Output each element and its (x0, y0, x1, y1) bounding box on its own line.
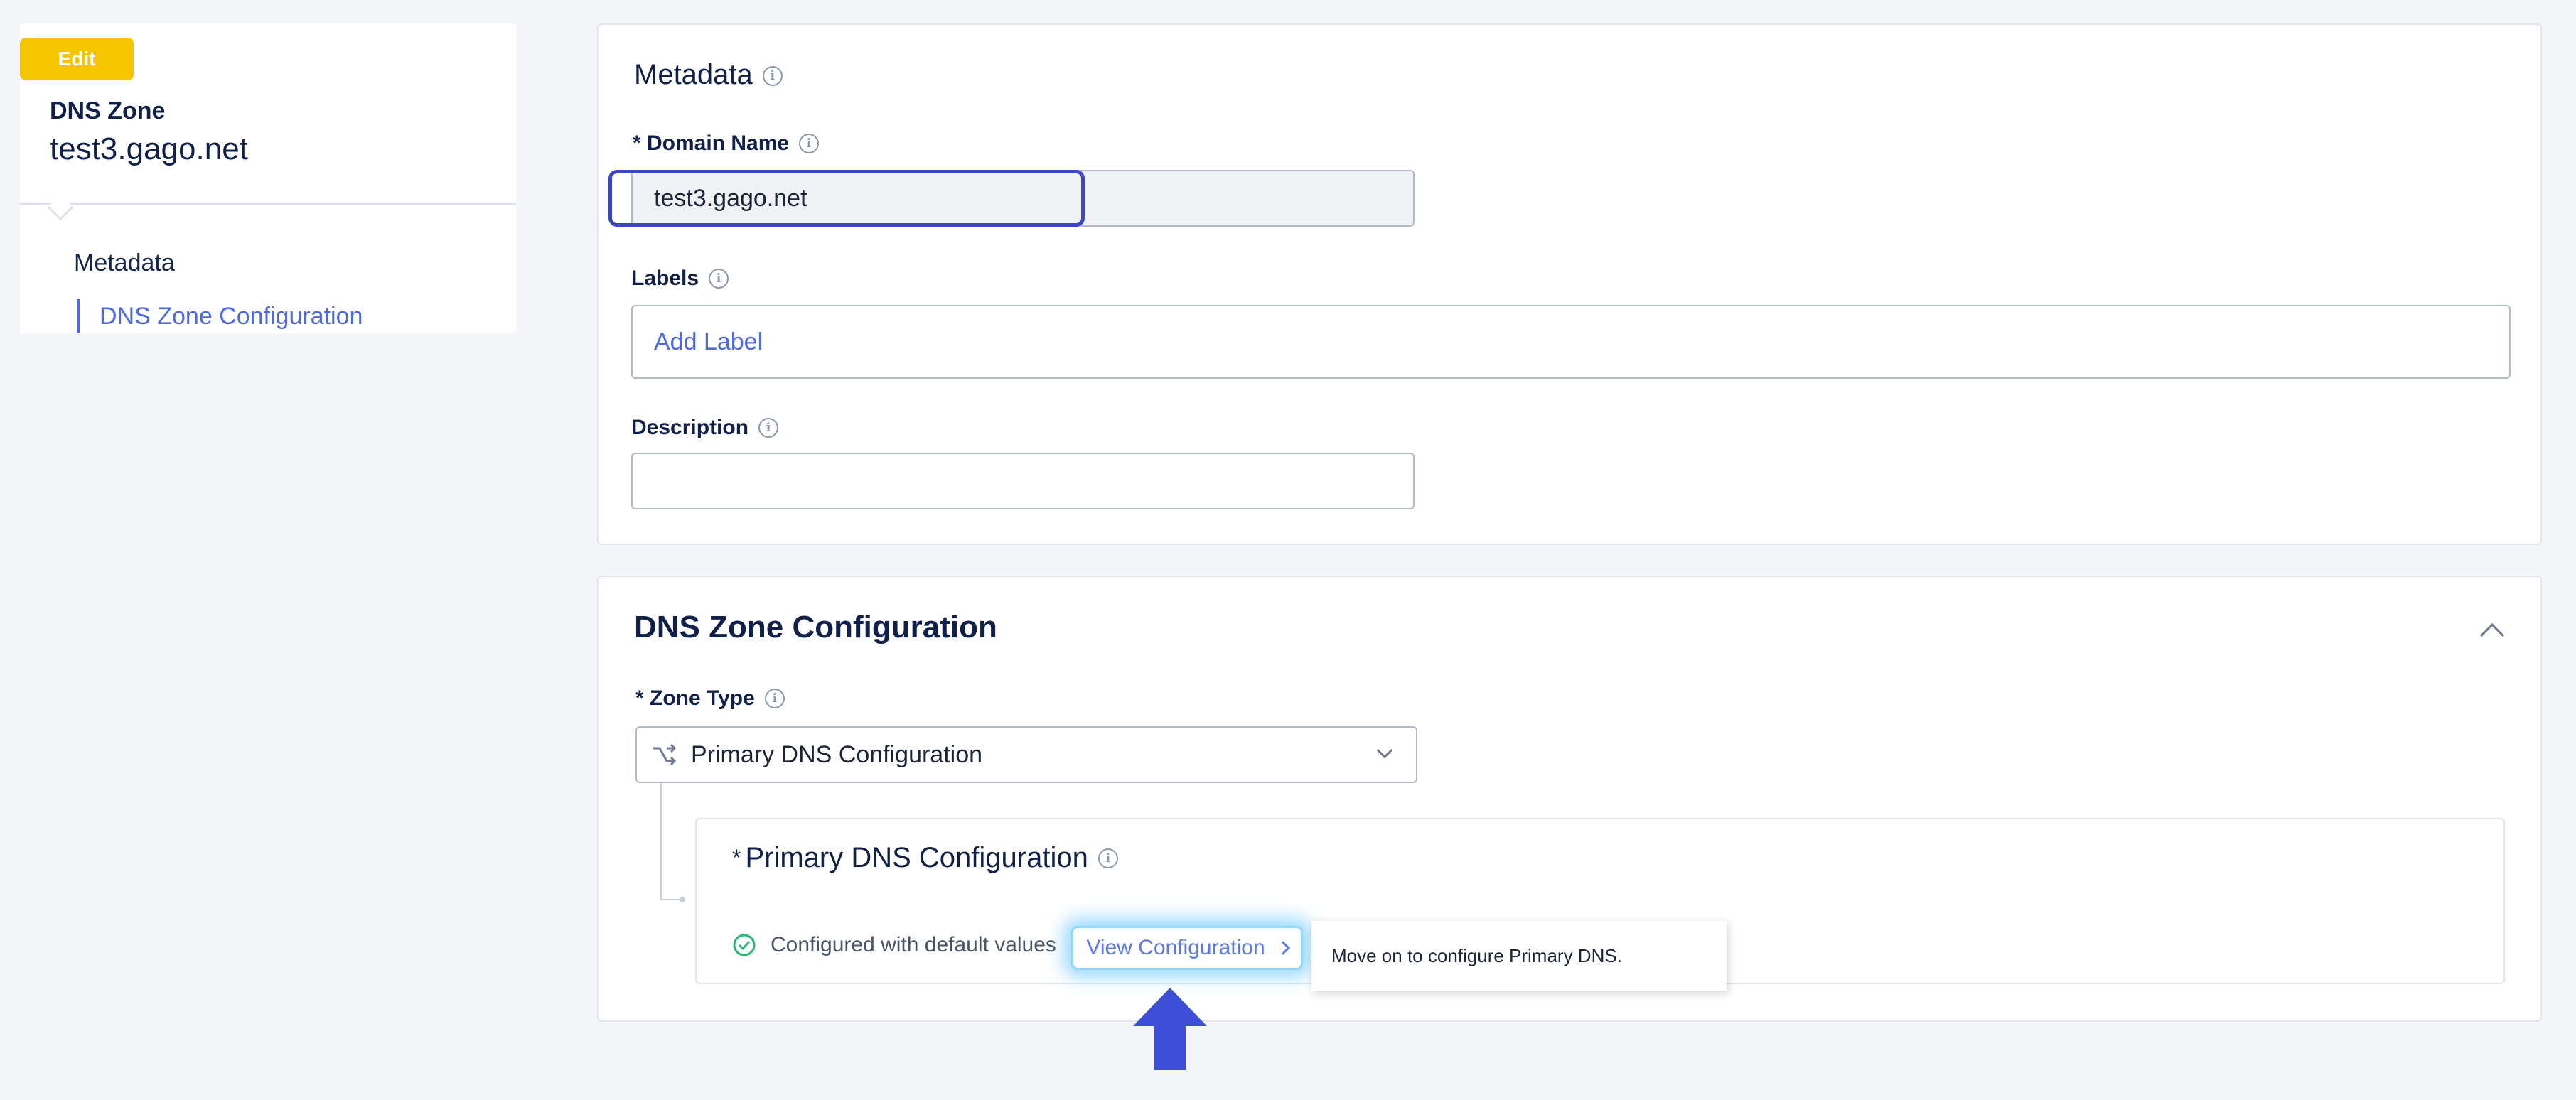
tree-connector-dot (680, 897, 685, 902)
primary-dns-title-text: Primary DNS Configuration (745, 842, 1088, 873)
description-label-text: Description (631, 416, 749, 439)
info-icon[interactable]: i (709, 269, 729, 289)
sidebar-item-dns-zone-configuration[interactable]: DNS Zone Configuration (77, 299, 363, 333)
chevron-right-icon (1275, 941, 1290, 955)
nav-title: test3.gago.net (50, 131, 248, 166)
route-icon (651, 743, 678, 767)
primary-dns-title: * Primary DNS Configuration i (732, 842, 1118, 874)
check-circle-icon (732, 933, 756, 957)
status-text: Configured with default values (771, 933, 1056, 956)
zone-type-value: Primary DNS Configuration (691, 740, 983, 768)
sidebar-item-metadata[interactable]: Metadata (74, 249, 175, 277)
description-field[interactable] (631, 453, 1415, 509)
view-configuration-button[interactable]: View Configuration (1073, 928, 1301, 968)
metadata-section: Metadata i * Domain Name i test3.gago.net … (597, 23, 2542, 545)
labels-label-text: Labels (631, 266, 699, 290)
required-star: * (732, 845, 741, 870)
edit-badge: Edit (20, 38, 134, 80)
domain-name-label-text: * Domain Name (633, 131, 790, 155)
info-icon[interactable]: i (1098, 848, 1118, 868)
chevron-up-icon[interactable] (2480, 623, 2504, 647)
chevron-down-icon (1376, 742, 1393, 759)
nav-divider (20, 203, 516, 205)
zone-type-label-text: * Zone Type (635, 686, 755, 710)
metadata-title: Metadata i (634, 59, 783, 91)
guide-tooltip: Move on to configure Primary DNS. (1311, 921, 1727, 991)
tree-connector-vertical (660, 783, 662, 900)
domain-name-focus-highlight (608, 170, 1085, 227)
tree-connector-horizontal (660, 899, 682, 900)
side-nav: Edit DNS Zone test3.gago.net Metadata DN… (20, 23, 516, 333)
labels-label: Labels i (631, 266, 729, 291)
info-icon[interactable]: i (764, 689, 785, 708)
view-configuration-label: View Configuration (1086, 936, 1265, 959)
domain-name-label: * Domain Name i (633, 131, 820, 156)
metadata-title-text: Metadata (634, 59, 753, 90)
info-icon[interactable]: i (758, 418, 779, 438)
info-icon[interactable]: i (762, 66, 783, 87)
zone-type-select[interactable]: Primary DNS Configuration (635, 726, 1417, 783)
nav-divider-notch (47, 194, 74, 221)
info-icon[interactable]: i (799, 134, 820, 153)
nav-kicker: DNS Zone (50, 97, 166, 124)
add-label-input[interactable]: Add Label (631, 305, 2511, 379)
arrow-up-icon (1133, 988, 1207, 1074)
zone-type-label: * Zone Type i (635, 686, 785, 711)
configuration-status: Configured with default values (732, 933, 1056, 957)
dns-config-title: DNS Zone Configuration (634, 610, 997, 645)
description-label: Description i (631, 416, 779, 440)
